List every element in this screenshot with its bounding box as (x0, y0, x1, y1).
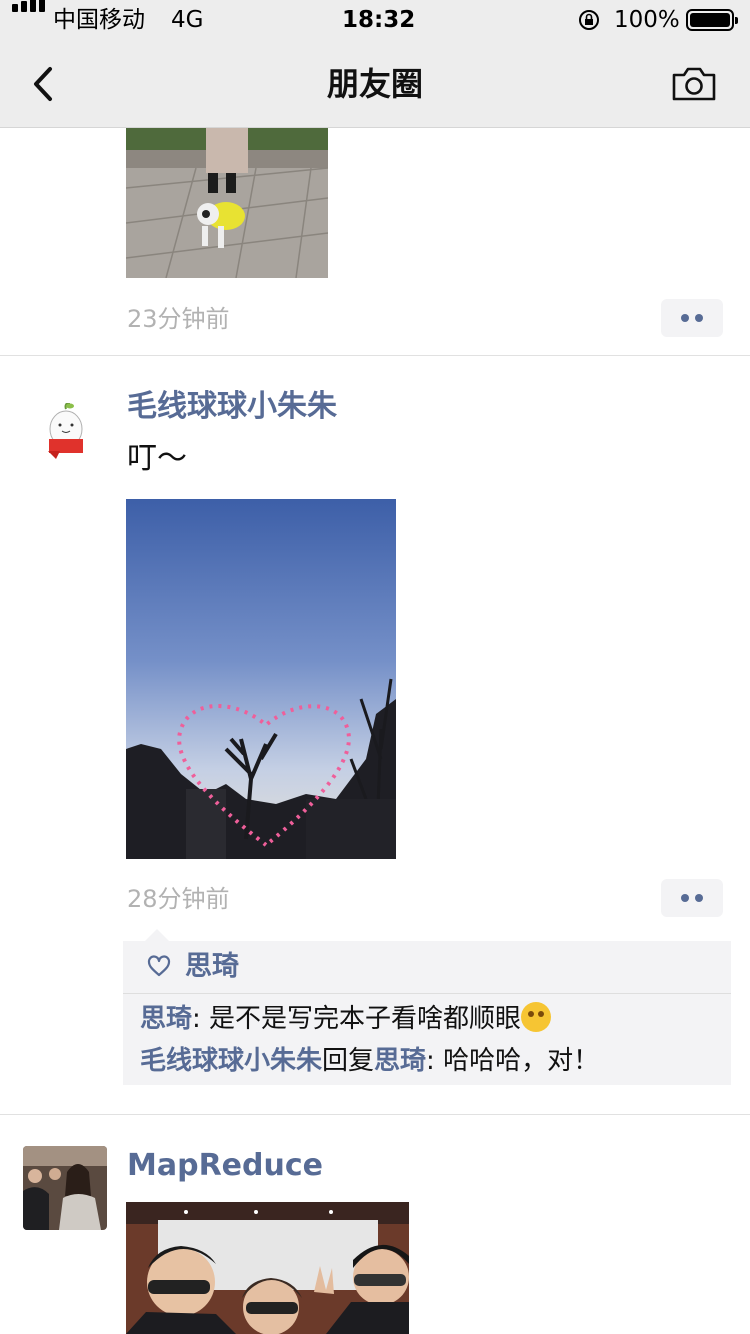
post-divider (0, 1114, 750, 1115)
comment-author[interactable]: 思琦 (140, 1004, 192, 1034)
post-author[interactable]: 毛线球球小朱朱 (127, 387, 337, 427)
camera-icon[interactable] (670, 64, 718, 104)
comment-line[interactable]: 毛线球球小朱朱回复思琦: 哈哈哈，对！ (140, 1043, 599, 1079)
network-label: 4G (171, 7, 204, 33)
reply-target[interactable]: 思琦 (374, 1046, 426, 1076)
comment-text: 是不是写完本子看啥都顺眼 (209, 1004, 522, 1034)
clock: 18:32 (342, 7, 416, 33)
battery-percent: 100% (614, 7, 680, 33)
heart-icon (147, 955, 171, 977)
post-photo[interactable] (126, 499, 396, 859)
post-timestamp: 23分钟前 (127, 305, 230, 333)
page-title: 朋友圈 (326, 65, 423, 103)
post-text: 叮～ (127, 441, 187, 476)
avatar[interactable] (44, 403, 88, 461)
likes-row: 思琦 (123, 941, 731, 994)
post-divider (0, 355, 750, 356)
rotation-lock-icon (579, 10, 599, 30)
status-bar: 中国移动 4G 18:32 100% (0, 0, 750, 40)
comment-author[interactable]: 毛线球球小朱朱 (140, 1046, 322, 1076)
more-actions-button[interactable] (661, 879, 723, 917)
smirk-emoji-icon (521, 1002, 552, 1032)
nav-bar: 朋友圈 (0, 40, 750, 128)
comment-separator: : (192, 1004, 210, 1034)
comment-line[interactable]: 思琦: 是不是写完本子看啥都顺眼 (140, 1001, 552, 1037)
reply-word: 回复 (322, 1046, 375, 1076)
comment-separator: : (426, 1046, 444, 1076)
battery-icon (686, 9, 738, 31)
carrier-label: 中国移动 (53, 7, 145, 33)
post-author[interactable]: MapReduce (127, 1146, 323, 1186)
post-photo[interactable] (126, 128, 328, 278)
comment-box: 思琦 思琦: 是不是写完本子看啥都顺眼 毛线球球小朱朱回复思琦: 哈哈哈，对！ (123, 929, 731, 1085)
comment-text: 哈哈哈，对！ (443, 1046, 600, 1076)
post-timestamp: 28分钟前 (127, 885, 230, 913)
avatar[interactable] (23, 1146, 107, 1230)
like-name[interactable]: 思琦 (185, 949, 239, 985)
more-actions-button[interactable] (661, 299, 723, 337)
post-photo[interactable] (126, 1202, 409, 1334)
